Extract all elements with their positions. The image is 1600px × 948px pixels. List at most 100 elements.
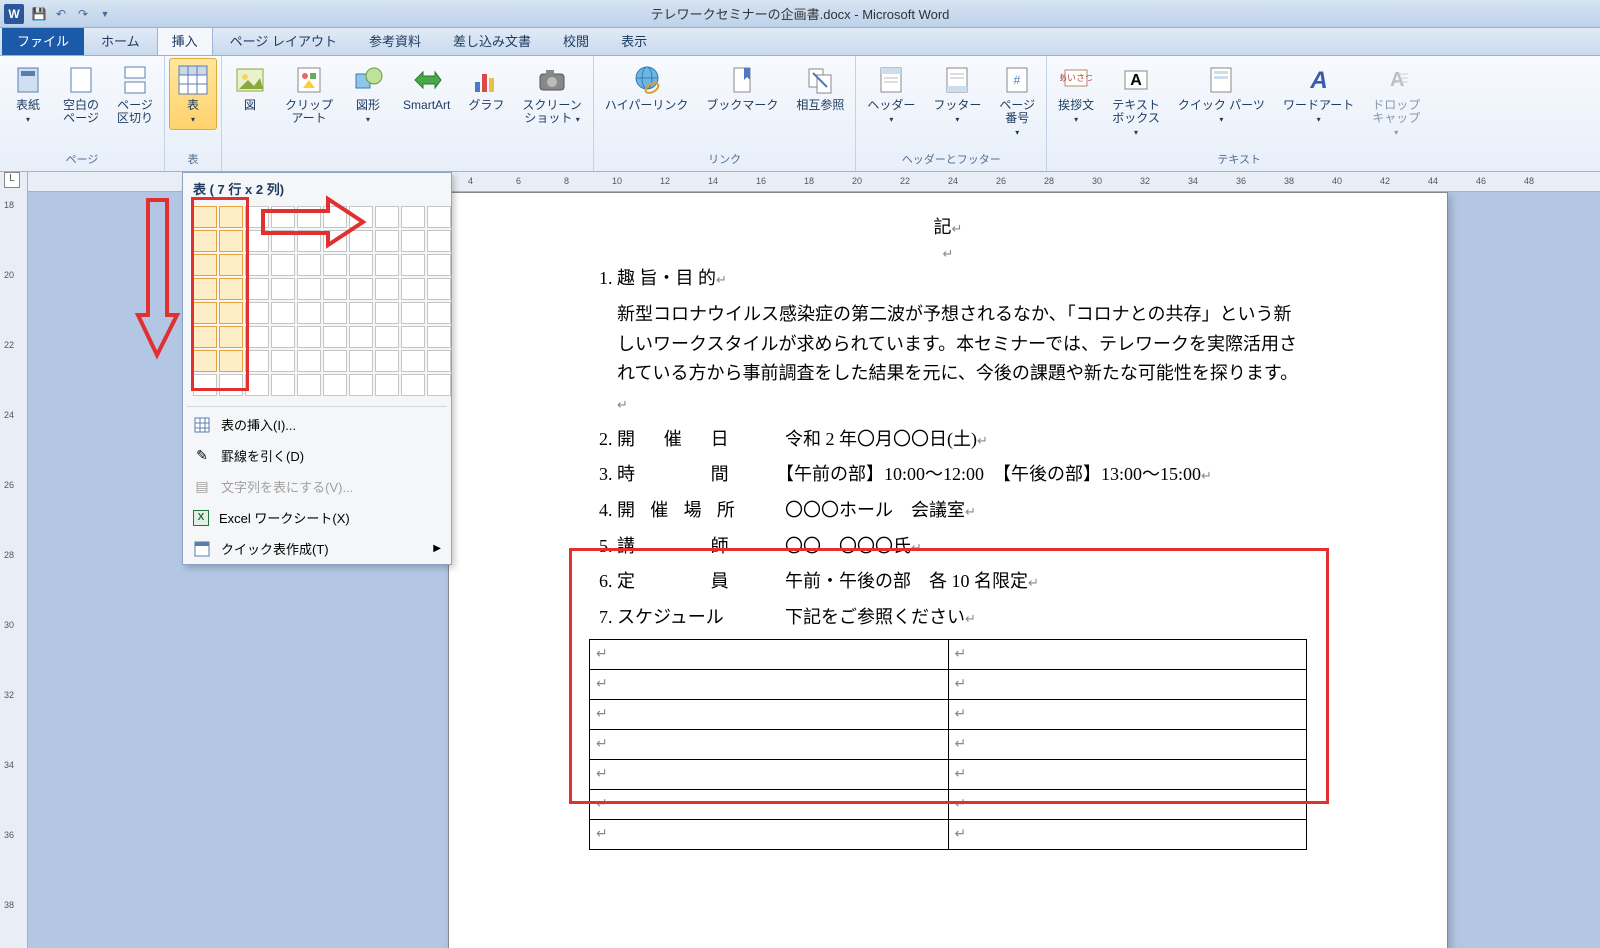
- shapes-button[interactable]: 図形▾: [344, 58, 392, 130]
- grid-cell[interactable]: [401, 302, 425, 324]
- grid-cell[interactable]: [401, 326, 425, 348]
- grid-cell[interactable]: [375, 350, 399, 372]
- table-cell[interactable]: ↵: [948, 759, 1307, 789]
- grid-cell[interactable]: [323, 230, 347, 252]
- page-break-button[interactable]: ページ 区切り: [110, 58, 160, 130]
- grid-cell[interactable]: [427, 374, 451, 396]
- table-cell[interactable]: ↵: [948, 789, 1307, 819]
- grid-cell[interactable]: [323, 254, 347, 276]
- grid-cell[interactable]: [375, 230, 399, 252]
- grid-cell[interactable]: [401, 278, 425, 300]
- grid-cell[interactable]: [427, 302, 451, 324]
- picture-button[interactable]: 図: [226, 58, 274, 117]
- grid-cell[interactable]: [297, 326, 321, 348]
- grid-cell[interactable]: [297, 254, 321, 276]
- grid-cell[interactable]: [193, 374, 217, 396]
- grid-cell[interactable]: [193, 254, 217, 276]
- table-cell[interactable]: ↵: [948, 729, 1307, 759]
- grid-cell[interactable]: [297, 206, 321, 228]
- grid-cell[interactable]: [297, 350, 321, 372]
- grid-cell[interactable]: [245, 278, 269, 300]
- tab-mailings[interactable]: 差し込み文書: [438, 25, 546, 55]
- cover-page-button[interactable]: 表紙▾: [4, 58, 52, 130]
- table-cell[interactable]: ↵: [590, 669, 949, 699]
- grid-cell[interactable]: [193, 278, 217, 300]
- grid-cell[interactable]: [193, 230, 217, 252]
- grid-cell[interactable]: [245, 230, 269, 252]
- table-cell[interactable]: ↵: [948, 669, 1307, 699]
- grid-cell[interactable]: [245, 302, 269, 324]
- grid-cell[interactable]: [219, 374, 243, 396]
- insert-table-item[interactable]: 表の挿入(I)...: [183, 409, 451, 440]
- grid-cell[interactable]: [271, 206, 295, 228]
- grid-cell[interactable]: [323, 206, 347, 228]
- grid-cell[interactable]: [193, 326, 217, 348]
- grid-cell[interactable]: [297, 302, 321, 324]
- grid-cell[interactable]: [349, 302, 373, 324]
- grid-cell[interactable]: [245, 254, 269, 276]
- grid-cell[interactable]: [427, 230, 451, 252]
- grid-cell[interactable]: [219, 326, 243, 348]
- grid-cell[interactable]: [375, 254, 399, 276]
- grid-cell[interactable]: [375, 326, 399, 348]
- tab-review[interactable]: 校閲: [548, 25, 604, 55]
- grid-cell[interactable]: [271, 278, 295, 300]
- table-cell[interactable]: ↵: [590, 759, 949, 789]
- save-icon[interactable]: 💾: [30, 5, 48, 23]
- textbox-button[interactable]: A テキスト ボックス▾: [1105, 58, 1167, 144]
- grid-cell[interactable]: [271, 302, 295, 324]
- clipart-button[interactable]: クリップ アート: [278, 58, 340, 130]
- wordart-button[interactable]: A ワードアート▾: [1276, 58, 1361, 130]
- grid-cell[interactable]: [245, 350, 269, 372]
- grid-cell[interactable]: [193, 302, 217, 324]
- table-cell[interactable]: ↵: [948, 639, 1307, 669]
- grid-cell[interactable]: [219, 230, 243, 252]
- tab-references[interactable]: 参考資料: [354, 25, 436, 55]
- inserted-table[interactable]: ↵↵↵↵↵↵↵↵↵↵↵↵↵↵: [589, 639, 1307, 850]
- greeting-button[interactable]: あいさつ 挨拶文▾: [1051, 58, 1101, 130]
- grid-cell[interactable]: [349, 206, 373, 228]
- tab-selector-icon[interactable]: L: [4, 172, 20, 188]
- grid-cell[interactable]: [349, 350, 373, 372]
- grid-cell[interactable]: [401, 374, 425, 396]
- quickparts-button[interactable]: クイック パーツ▾: [1171, 58, 1272, 130]
- tab-insert[interactable]: 挿入: [157, 25, 213, 55]
- grid-cell[interactable]: [271, 374, 295, 396]
- grid-cell[interactable]: [219, 302, 243, 324]
- grid-cell[interactable]: [193, 206, 217, 228]
- table-button[interactable]: 表▾: [169, 58, 217, 130]
- blank-page-button[interactable]: 空白の ページ: [56, 58, 106, 130]
- grid-cell[interactable]: [323, 302, 347, 324]
- grid-cell[interactable]: [323, 350, 347, 372]
- grid-cell[interactable]: [219, 206, 243, 228]
- table-cell[interactable]: ↵: [590, 729, 949, 759]
- grid-cell[interactable]: [401, 350, 425, 372]
- grid-cell[interactable]: [349, 374, 373, 396]
- table-cell[interactable]: ↵: [948, 699, 1307, 729]
- crossref-button[interactable]: 相互参照: [789, 58, 851, 117]
- screenshot-button[interactable]: スクリーン ショット ▾: [515, 58, 588, 130]
- grid-cell[interactable]: [427, 278, 451, 300]
- grid-cell[interactable]: [427, 350, 451, 372]
- quick-tables-item[interactable]: クイック表作成(T) ▶: [183, 533, 451, 564]
- grid-cell[interactable]: [219, 278, 243, 300]
- grid-cell[interactable]: [349, 254, 373, 276]
- undo-icon[interactable]: ↶: [52, 5, 70, 23]
- grid-cell[interactable]: [297, 278, 321, 300]
- grid-cell[interactable]: [349, 230, 373, 252]
- tab-home[interactable]: ホーム: [86, 25, 155, 55]
- dropcap-button[interactable]: A ドロップ キャップ▾: [1365, 58, 1427, 144]
- header-button[interactable]: ヘッダー▾: [860, 58, 922, 130]
- draw-table-item[interactable]: ✎ 罫線を引く(D): [183, 440, 451, 471]
- footer-button[interactable]: フッター▾: [926, 58, 988, 130]
- table-grid-picker[interactable]: [183, 202, 451, 404]
- grid-cell[interactable]: [271, 326, 295, 348]
- redo-icon[interactable]: ↷: [74, 5, 92, 23]
- tab-page-layout[interactable]: ページ レイアウト: [215, 25, 352, 55]
- table-cell[interactable]: ↵: [590, 819, 949, 849]
- table-cell[interactable]: ↵: [590, 789, 949, 819]
- grid-cell[interactable]: [427, 254, 451, 276]
- grid-cell[interactable]: [401, 254, 425, 276]
- grid-cell[interactable]: [297, 374, 321, 396]
- table-cell[interactable]: ↵: [590, 699, 949, 729]
